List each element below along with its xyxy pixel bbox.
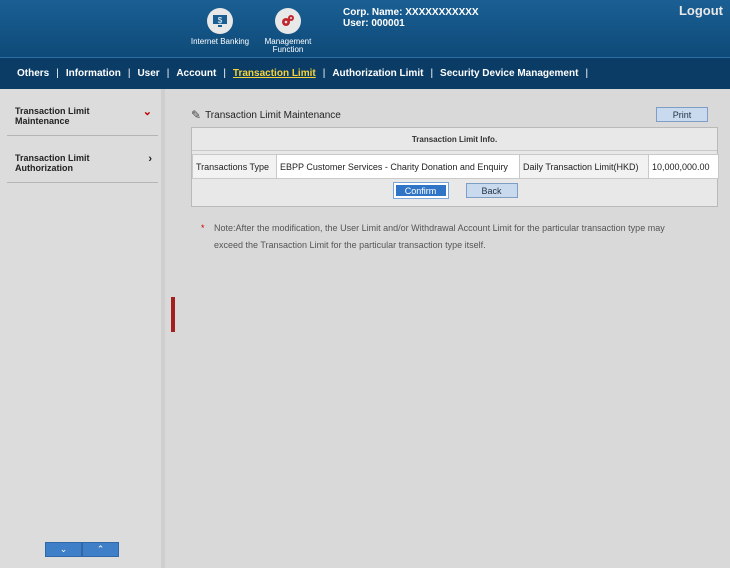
note-line-2: exceed the Transaction Limit for the par… bbox=[214, 240, 486, 250]
sidebar-item-transaction-limit-authorization[interactable]: Transaction Limit Authorization › bbox=[7, 136, 158, 183]
logout-link[interactable]: Logout bbox=[679, 3, 723, 18]
nav-authorization-limit[interactable]: Authorization Limit bbox=[325, 68, 430, 79]
nav-user[interactable]: User bbox=[130, 68, 166, 79]
sidebar-item-label: Transaction Limit Authorization bbox=[15, 153, 90, 173]
nav-account[interactable]: Account bbox=[169, 68, 223, 79]
note-line-1: Note:After the modification, the User Li… bbox=[214, 223, 665, 233]
transactions-type-label: Transactions Type bbox=[192, 154, 277, 179]
confirm-button[interactable]: Confirm bbox=[393, 183, 448, 198]
monitor-dollar-icon: $ bbox=[207, 8, 233, 34]
gears-icon bbox=[275, 8, 301, 34]
daily-limit-value: 10,000,000.00 bbox=[648, 154, 719, 179]
panel-heading: Transaction Limit Info. bbox=[192, 128, 717, 151]
main-nav: Others | Information | User | Account | … bbox=[0, 57, 730, 89]
svg-text:$: $ bbox=[218, 16, 223, 25]
user-info: Corp. Name: XXXXXXXXXXX User: 000001 bbox=[343, 7, 479, 29]
nav-information[interactable]: Information bbox=[59, 68, 128, 79]
transaction-limit-info-panel: Transaction Limit Info. Transactions Typ… bbox=[191, 127, 719, 207]
print-button[interactable]: Print bbox=[656, 107, 708, 122]
form-buttons: Confirm Back bbox=[192, 183, 719, 198]
management-function-label: Management Function bbox=[264, 37, 312, 54]
nav-security-device-management[interactable]: Security Device Management bbox=[433, 68, 585, 79]
info-table: Transactions Type EBPP Customer Services… bbox=[192, 154, 719, 179]
page-title: ✎ Transaction Limit Maintenance bbox=[191, 108, 341, 122]
chevron-down-icon: ⌄ bbox=[59, 544, 68, 554]
user-id: User: 000001 bbox=[343, 18, 405, 29]
required-star: * bbox=[201, 223, 205, 233]
note-text: * Note:After the modification, the User … bbox=[201, 220, 713, 254]
nav-separator: | bbox=[585, 68, 589, 79]
transactions-type-value: EBPP Customer Services - Charity Donatio… bbox=[276, 154, 520, 179]
nav-transaction-limit[interactable]: Transaction Limit bbox=[226, 68, 323, 79]
pencil-icon: ✎ bbox=[191, 108, 202, 122]
corp-name: Corp. Name: XXXXXXXXXXX bbox=[343, 7, 479, 18]
app-header: $ Internet Banking Management Function C… bbox=[0, 0, 730, 57]
back-button[interactable]: Back bbox=[465, 183, 518, 198]
table-row: Transactions Type EBPP Customer Services… bbox=[192, 154, 719, 179]
sidebar: Transaction Limit Maintenance ⌄ Transact… bbox=[0, 89, 165, 568]
main-content: ✎ Transaction Limit Maintenance Print Tr… bbox=[175, 89, 730, 568]
chevron-right-icon: › bbox=[148, 153, 152, 165]
scroll-up-button[interactable]: ⌃ bbox=[82, 542, 119, 557]
internet-banking-button[interactable]: $ Internet Banking bbox=[190, 8, 250, 46]
sidebar-scroll-controls: ⌄ ⌃ bbox=[45, 542, 119, 557]
management-function-button[interactable]: Management Function bbox=[258, 8, 318, 54]
sidebar-item-label: Transaction Limit Maintenance bbox=[15, 106, 90, 126]
chevron-up-icon: ⌃ bbox=[96, 544, 105, 554]
daily-limit-label: Daily Transaction Limit(HKD) bbox=[519, 154, 649, 179]
page-title-text: Transaction Limit Maintenance bbox=[205, 109, 341, 121]
chevron-down-icon: ⌄ bbox=[142, 106, 152, 118]
scroll-down-button[interactable]: ⌄ bbox=[45, 542, 82, 557]
internet-banking-label: Internet Banking bbox=[190, 37, 250, 46]
sidebar-item-transaction-limit-maintenance[interactable]: Transaction Limit Maintenance ⌄ bbox=[7, 89, 158, 136]
nav-others[interactable]: Others bbox=[10, 68, 56, 79]
